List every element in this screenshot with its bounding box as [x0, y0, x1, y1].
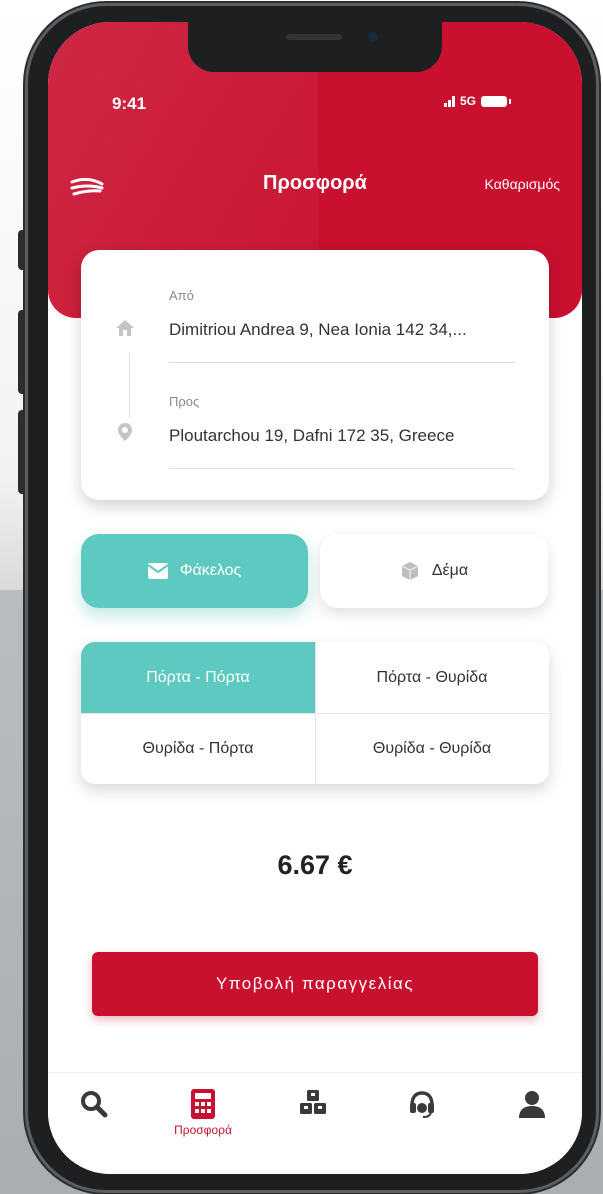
to-address-field[interactable]: Ploutarchou 19, Dafni 172 35, Greece: [169, 426, 454, 446]
location-pin-icon: [118, 423, 132, 441]
tab-offer-label: Προσφορά: [174, 1123, 232, 1137]
envelope-button[interactable]: Φάκελος: [81, 534, 308, 608]
tab-offer[interactable]: Προσφορά: [163, 1087, 243, 1157]
signal-icon: [444, 95, 455, 107]
network-label: 5G: [460, 94, 477, 108]
app-screen: 9:41 5G Προσφορά Καθαρισμός Από Dimitrio…: [48, 22, 582, 1174]
search-icon: [81, 1091, 108, 1118]
user-icon: [519, 1091, 545, 1118]
delivery-mode-selector: Πόρτα - Πόρτα Πόρτα - Θυρίδα Θυρίδα - Πό…: [81, 642, 549, 784]
home-icon: [116, 320, 134, 336]
package-label: Δέμα: [431, 562, 469, 579]
support-headset-icon: [410, 1091, 434, 1118]
from-label: Από: [169, 288, 194, 303]
calculator-icon: [191, 1089, 215, 1119]
status-time: 9:41: [112, 94, 147, 113]
tab-search[interactable]: [54, 1087, 134, 1157]
option-locker-locker[interactable]: Θυρίδα - Θυρίδα: [315, 713, 549, 784]
speaker: [286, 34, 342, 40]
tab-bar: Προσφορά: [48, 1072, 582, 1174]
clear-button[interactable]: Καθαρισμός: [485, 176, 560, 192]
to-underline: [169, 468, 515, 469]
package-button[interactable]: Δέμα: [320, 534, 548, 608]
price-value: 6.67 €: [277, 850, 353, 880]
route-connector-line: [129, 354, 130, 418]
envelope-label: Φάκελος: [179, 562, 242, 579]
from-address-field[interactable]: Dimitriou Andrea 9, Nea Ionia 142 34,...: [169, 320, 467, 340]
package-icon: [401, 562, 419, 580]
to-label: Προς: [169, 394, 200, 409]
envelope-icon: [147, 563, 168, 579]
tab-support[interactable]: [382, 1087, 462, 1157]
from-underline: [169, 362, 515, 363]
option-door-door[interactable]: Πόρτα - Πόρτα: [81, 642, 315, 713]
submit-order-button[interactable]: Υποβολή παραγγελίας: [92, 952, 538, 1016]
tab-profile[interactable]: [492, 1087, 572, 1157]
option-door-locker[interactable]: Πόρτα - Θυρίδα: [315, 642, 549, 713]
divider: [315, 642, 316, 784]
battery-icon: [481, 95, 512, 107]
tab-packages[interactable]: [273, 1087, 353, 1157]
boxes-icon: [300, 1090, 326, 1114]
status-indicators: 5G: [444, 94, 512, 108]
notch: [188, 22, 442, 72]
option-locker-door[interactable]: Θυρίδα - Πόρτα: [81, 713, 315, 784]
address-card: Από Dimitriou Andrea 9, Nea Ionia 142 34…: [81, 250, 549, 500]
front-camera: [368, 32, 378, 42]
